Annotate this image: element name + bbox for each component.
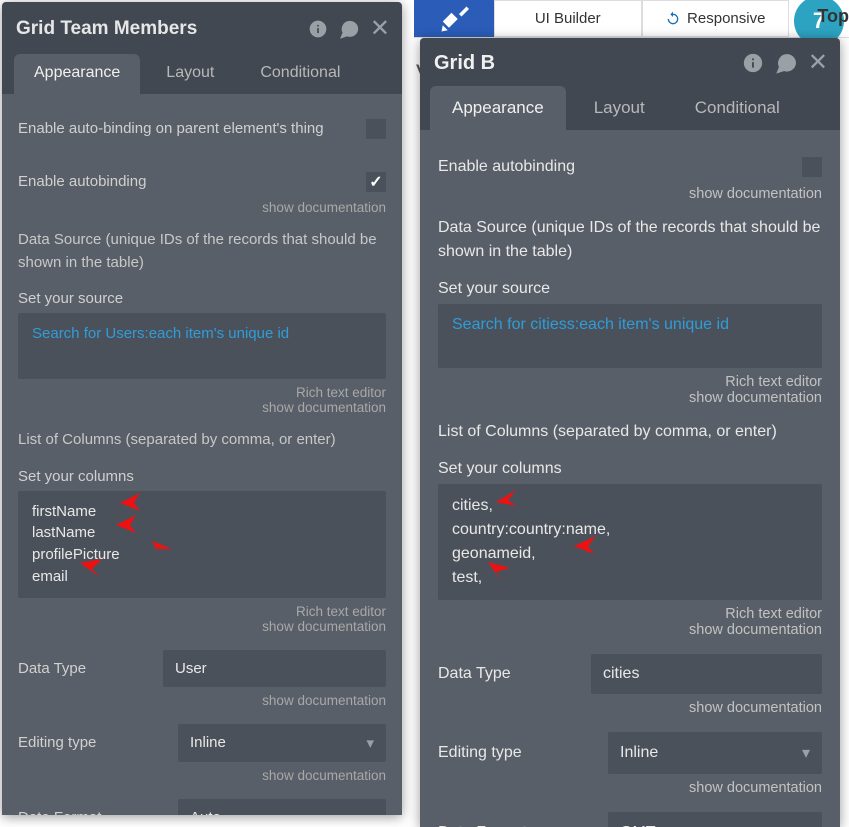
tab-ui-builder[interactable]: UI Builder [494, 0, 642, 37]
data-type-label: Data Type [18, 660, 153, 677]
tab-responsive[interactable]: Responsive [642, 0, 790, 37]
rich-text-link[interactable]: Rich text editor [18, 604, 386, 619]
source-expression-box[interactable]: Search for citiess:each item's unique id [438, 304, 822, 368]
close-icon[interactable]: ✕ [808, 51, 828, 75]
panel-header: Grid Team Members ✕ [2, 2, 402, 54]
rich-text-link[interactable]: Rich text editor [18, 385, 386, 400]
show-doc-link[interactable]: show documentation [438, 780, 822, 796]
select-value: Inline [620, 744, 658, 762]
tab-label: Responsive [687, 10, 765, 27]
rich-text-link[interactable]: Rich text editor [438, 606, 822, 622]
tab-appearance[interactable]: Appearance [430, 86, 566, 130]
enable-parent-binding-label: Enable auto-binding on parent element's … [18, 118, 356, 139]
editing-type-select[interactable]: Inline ▾ [178, 724, 386, 762]
show-doc-link[interactable]: show documentation [438, 700, 822, 716]
column-entry: country:country:name, [452, 518, 808, 542]
refresh-icon [665, 11, 681, 27]
date-format-select[interactable]: GMT ▾ [608, 812, 822, 827]
source-expression[interactable]: Search for citiess:each item's unique id [452, 316, 729, 333]
list-columns-description: List of Columns (separated by comma, or … [438, 412, 822, 454]
panel-title: Grid B [434, 52, 742, 75]
columns-box[interactable]: firstName lastName profilePicture email [18, 491, 386, 598]
select-value: Auto [190, 809, 221, 815]
top-partial-text: Top [813, 6, 849, 27]
show-doc-link[interactable]: show documentation [18, 400, 386, 415]
logo-square [414, 0, 494, 37]
annotation-arrow [574, 536, 604, 554]
caret-down-icon: ▾ [802, 823, 810, 827]
caret-down-icon: ▾ [366, 734, 374, 752]
show-doc-link[interactable]: show documentation [438, 390, 822, 406]
set-source-label: Set your source [438, 274, 822, 304]
enable-autobinding-label: Enable autobinding [18, 171, 356, 192]
editing-type-label: Editing type [438, 744, 598, 762]
panel-body: Enable auto-binding on parent element's … [2, 94, 402, 815]
data-source-description: Data Source (unique IDs of the records t… [18, 221, 386, 284]
data-source-description: Data Source (unique IDs of the records t… [438, 208, 822, 274]
column-entry: firstName [32, 501, 372, 523]
annotation-arrow [116, 515, 146, 533]
annotation-arrow [484, 562, 512, 582]
tabs-row: Appearance Layout Conditional [420, 86, 840, 130]
enable-parent-binding-checkbox[interactable] [366, 119, 386, 139]
select-value: Inline [190, 734, 226, 751]
caret-down-icon: ▾ [802, 743, 810, 763]
data-type-input[interactable] [163, 650, 386, 687]
list-columns-description: List of Columns (separated by comma, or … [18, 421, 386, 462]
data-type-input[interactable] [591, 654, 822, 694]
rich-text-link[interactable]: Rich text editor [438, 374, 822, 390]
footer-filename [0, 815, 414, 827]
date-format-label: Date Format [18, 809, 168, 815]
inspector-panel-b: Grid B ✕ Appearance Layout Conditional E… [420, 38, 840, 827]
set-source-label: Set your source [18, 284, 386, 313]
tab-conditional[interactable]: Conditional [673, 86, 802, 130]
column-entry: lastName [32, 522, 372, 544]
annotation-arrow [494, 488, 520, 506]
source-expression-box[interactable]: Search for Users:each item's unique id [18, 313, 386, 379]
columns-box[interactable]: cities, country:country:name, geonameid,… [438, 484, 822, 600]
inspector-panel-a: Grid Team Members ✕ Appearance Layout Co… [2, 2, 402, 815]
data-type-label: Data Type [438, 665, 581, 683]
set-columns-label: Set your columns [438, 454, 822, 484]
panel-header: Grid B ✕ [420, 38, 840, 86]
tab-label: UI Builder [535, 10, 601, 27]
enable-autobinding-label: Enable autobinding [438, 156, 792, 178]
show-doc-link[interactable]: show documentation [18, 200, 386, 215]
show-doc-link[interactable]: show documentation [438, 186, 822, 202]
source-expression[interactable]: Search for Users:each item's unique id [32, 325, 289, 342]
chat-icon[interactable] [774, 51, 798, 75]
annotation-arrow [120, 493, 150, 511]
set-columns-label: Set your columns [18, 462, 386, 491]
annotation-arrow [80, 559, 110, 579]
caret-down-icon: ▾ [366, 809, 374, 816]
show-doc-link[interactable]: show documentation [18, 693, 386, 708]
tab-layout[interactable]: Layout [146, 54, 234, 94]
enable-autobinding-checkbox[interactable] [802, 157, 822, 177]
tabs-row: Appearance Layout Conditional [2, 54, 402, 94]
tab-appearance[interactable]: Appearance [14, 54, 140, 94]
info-icon[interactable] [742, 52, 764, 74]
panel-title: Grid Team Members [16, 18, 308, 40]
editing-type-label: Editing type [18, 734, 168, 751]
chat-icon[interactable] [338, 18, 360, 40]
show-doc-link[interactable]: show documentation [18, 768, 386, 783]
annotation-arrow [146, 541, 176, 561]
show-doc-link[interactable]: show documentation [18, 619, 386, 634]
date-format-select[interactable]: Auto ▾ [178, 799, 386, 816]
editing-type-select[interactable]: Inline ▾ [608, 732, 822, 774]
tab-layout[interactable]: Layout [572, 86, 667, 130]
info-icon[interactable] [308, 19, 328, 39]
show-doc-link[interactable]: show documentation [438, 622, 822, 638]
close-icon[interactable]: ✕ [370, 17, 390, 41]
enable-autobinding-checkbox[interactable] [366, 172, 386, 192]
wrench-icon [439, 4, 469, 34]
editor-top-chrome: UI Builder Responsive 7 [414, 0, 849, 38]
tab-conditional[interactable]: Conditional [240, 54, 360, 94]
panel-body: Enable autobinding show documentation Da… [420, 130, 840, 827]
